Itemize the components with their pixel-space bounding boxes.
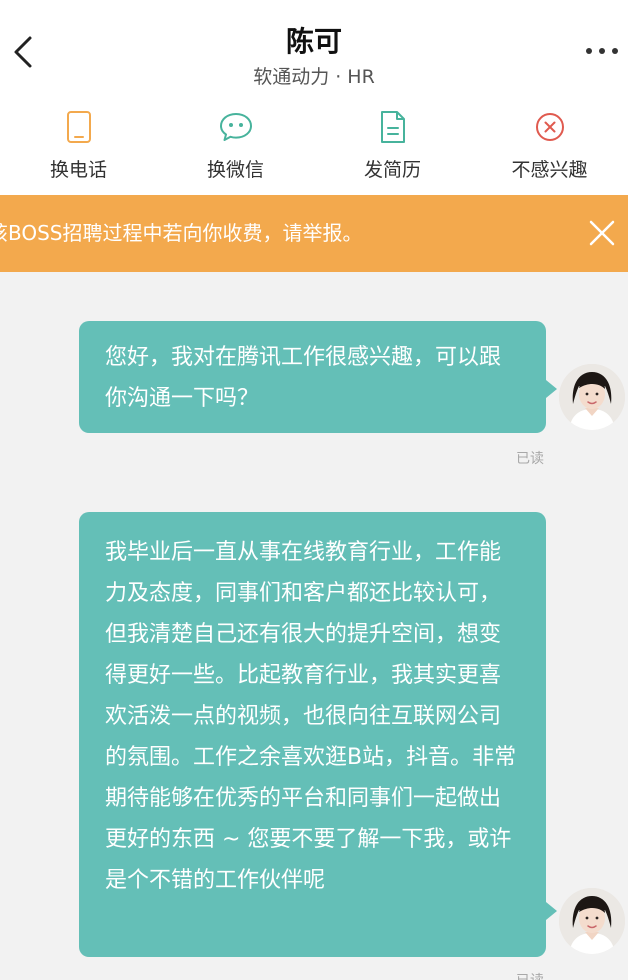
exchange-phone-button[interactable]: 换电话 (0, 95, 157, 195)
warning-banner: 该BOSS招聘过程中若向你收费，请举报。 (0, 195, 628, 272)
not-interested-button[interactable]: 不感兴趣 (471, 95, 628, 195)
read-status: 已读 (516, 451, 544, 467)
message-bubble[interactable]: 我毕业后一直从事在线教育行业，工作能力及态度，同事们和客户都还比较认可，但我清楚… (79, 512, 546, 957)
banner-close-button[interactable] (580, 211, 624, 255)
read-status: 已读 (516, 970, 544, 980)
wechat-icon (218, 109, 254, 145)
exchange-wechat-label: 换微信 (206, 159, 264, 181)
send-resume-button[interactable]: 发简历 (314, 95, 471, 195)
avatar[interactable] (559, 364, 625, 430)
contact-name: 陈可 (285, 25, 342, 58)
send-resume-label: 发简历 (363, 159, 421, 181)
resume-icon (375, 109, 411, 145)
message-bubble[interactable]: 您好，我对在腾讯工作很感兴趣，可以跟你沟通一下吗？ (79, 321, 546, 433)
more-dots-icon (586, 48, 618, 54)
not-interested-label: 不感兴趣 (511, 159, 588, 181)
bubble-tail (546, 380, 557, 398)
warning-text: 该BOSS招聘过程中若向你收费，请举报。 (0, 221, 363, 245)
contact-company: 软通动力 · HR (253, 66, 375, 88)
more-button[interactable] (582, 34, 622, 68)
bubble-tail (546, 902, 557, 920)
chat-header: 陈可 软通动力 · HR (0, 0, 628, 95)
exchange-wechat-button[interactable]: 换微信 (157, 95, 314, 195)
phone-icon (61, 109, 97, 145)
close-icon (589, 220, 615, 246)
exchange-phone-label: 换电话 (49, 159, 107, 181)
avatar[interactable] (559, 888, 625, 954)
action-bar: 换电话 换微信 发简历 不感兴趣 (0, 95, 628, 195)
not-interested-icon (532, 109, 568, 145)
